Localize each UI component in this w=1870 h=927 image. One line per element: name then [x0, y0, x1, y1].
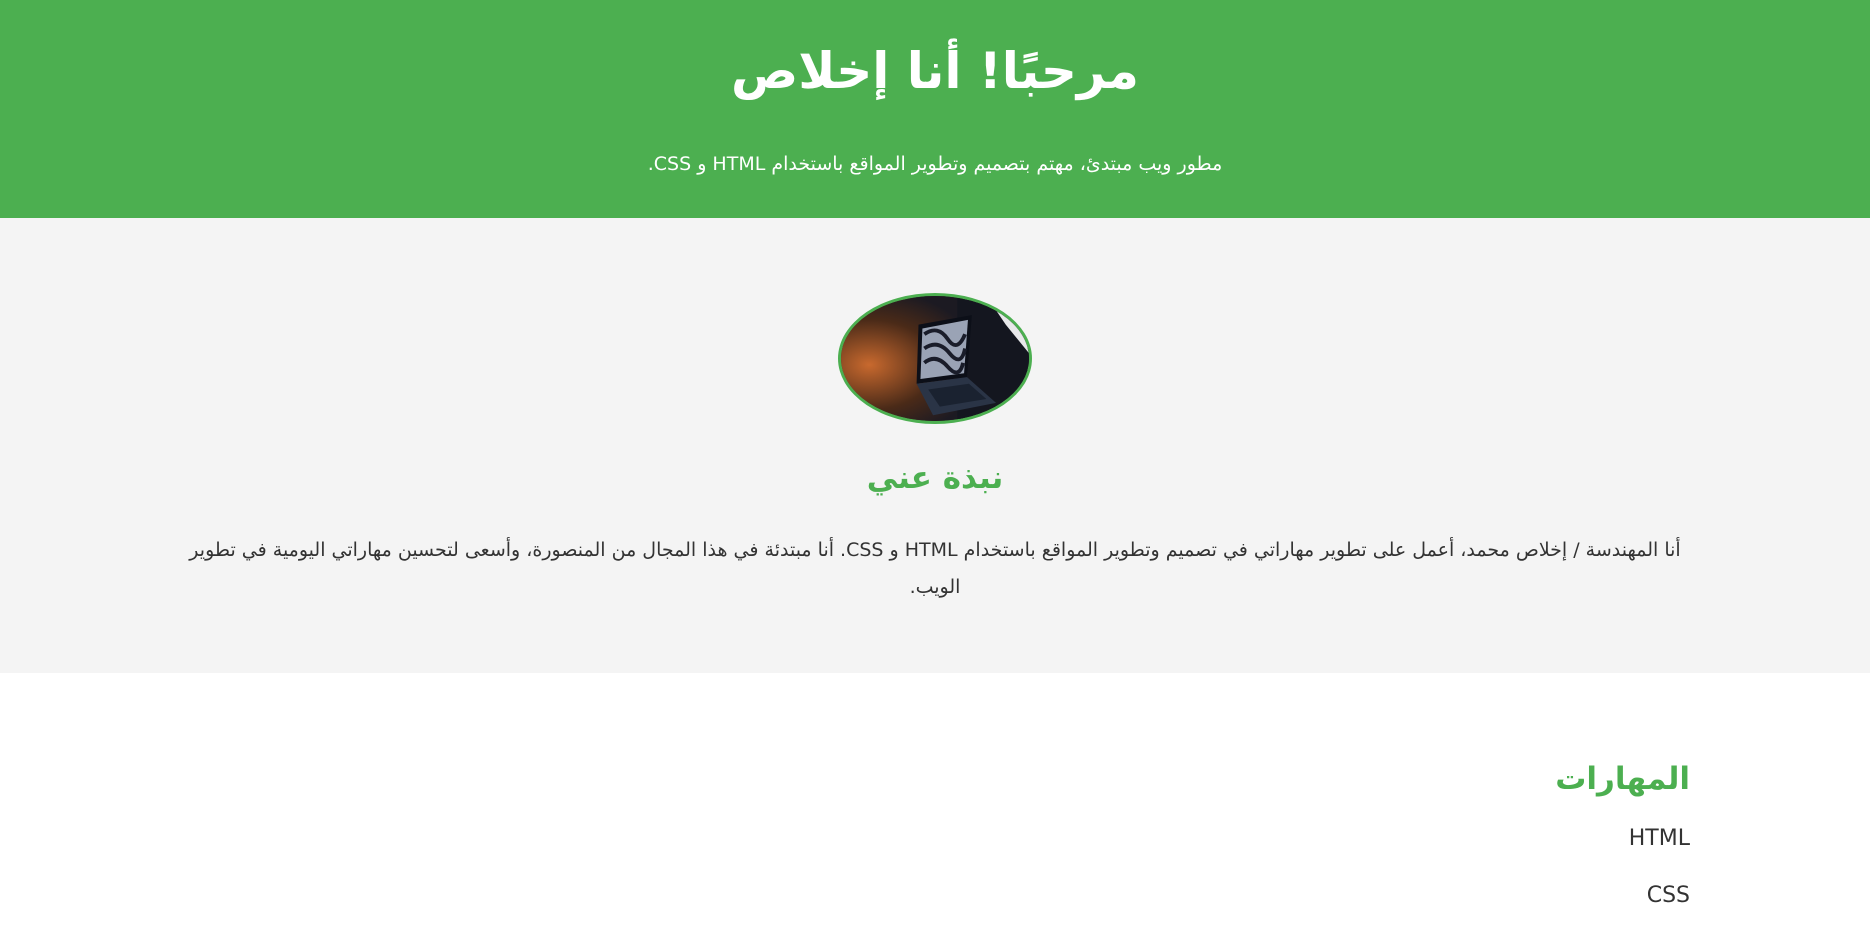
hero-header: مرحبًا! أنا إخلاص مطور ويب مبتدئ، مهتم ب…: [0, 0, 1870, 218]
skills-section: المهارات HTML CSS: [0, 673, 1870, 911]
about-heading: نبذة عني: [866, 460, 1004, 496]
skills-list: HTML CSS: [180, 824, 1690, 911]
skills-heading: المهارات: [1555, 761, 1690, 797]
profile-photo: [838, 293, 1032, 424]
about-text: أنا المهندسة / إخلاص محمد، أعمل على تطوي…: [189, 539, 1681, 598]
skill-item-css: CSS: [1646, 883, 1690, 908]
skill-item-html: HTML: [1628, 826, 1690, 851]
laptop-photo-icon: [841, 296, 1029, 421]
about-section: نبذة عني أنا المهندسة / إخلاص محمد، أعمل…: [0, 218, 1870, 673]
hero-subtitle: مطور ويب مبتدئ، مهتم بتصميم وتطوير الموا…: [647, 153, 1223, 175]
page-title: مرحبًا! أنا إخلاص: [731, 42, 1139, 100]
